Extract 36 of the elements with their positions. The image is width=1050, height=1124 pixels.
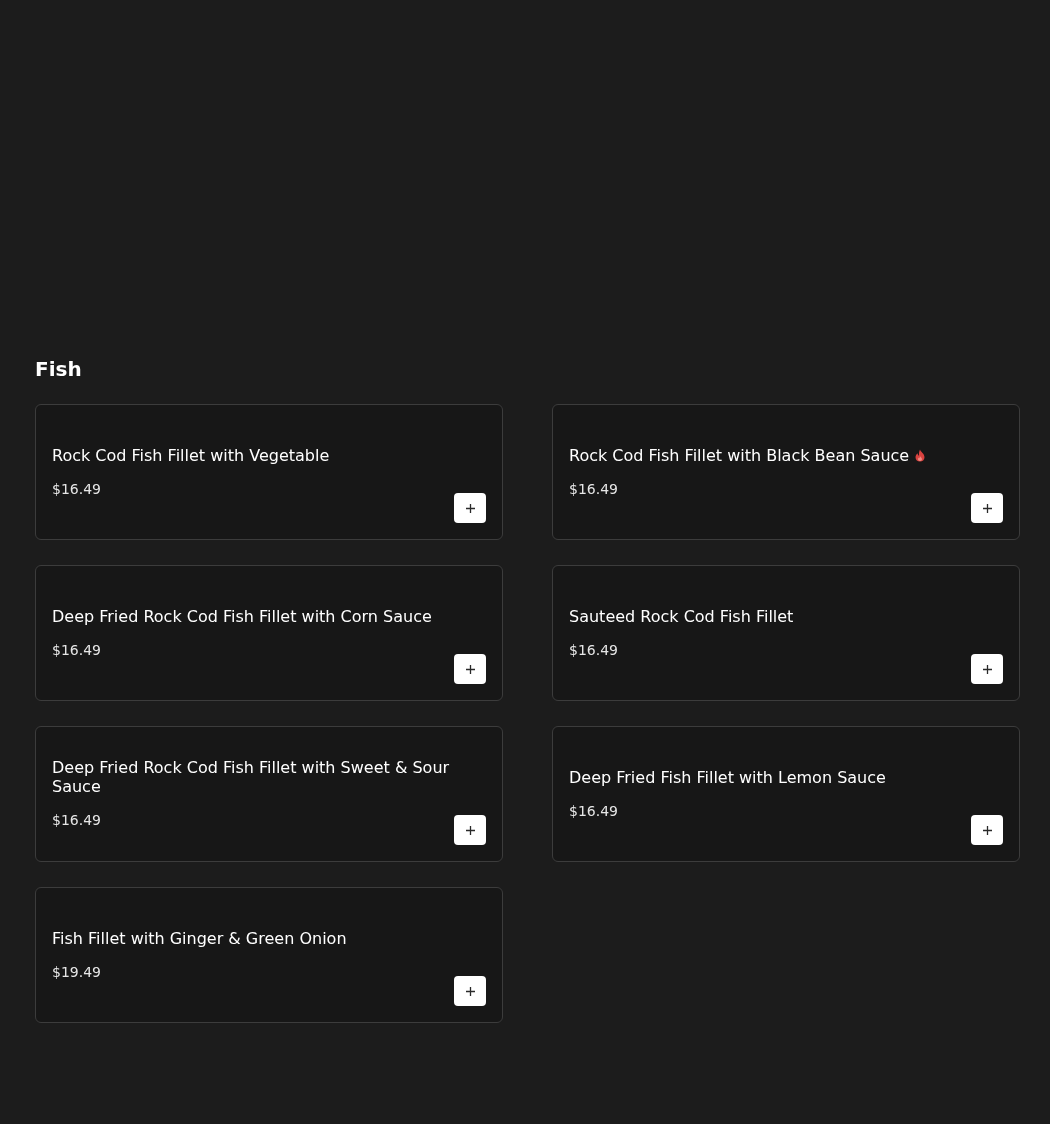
item-name: Deep Fried Rock Cod Fish Fillet with Corn Sauce (52, 606, 432, 626)
item-price: $16.49 (569, 640, 618, 660)
menu-item-card[interactable]: Deep Fried Rock Cod Fish Fillet with Corn Sauce $16.49 (35, 565, 503, 701)
plus-icon (982, 503, 992, 513)
menu-item-card[interactable]: Rock Cod Fish Fillet with Black Bean Sauce $16.49 (552, 404, 1020, 540)
item-name: Fish Fillet with Ginger & Green Onion (52, 928, 347, 948)
item-price: $16.49 (52, 640, 101, 660)
menu-item-card[interactable]: Sauteed Rock Cod Fish Fillet $16.49 (552, 565, 1020, 701)
plus-icon (465, 503, 475, 513)
add-button[interactable] (454, 654, 486, 684)
add-button[interactable] (454, 493, 486, 523)
plus-icon (465, 986, 475, 996)
menu-item-card[interactable]: Fish Fillet with Ginger & Green Onion $19.49 (35, 887, 503, 1023)
add-button[interactable] (971, 815, 1003, 845)
item-name: Sauteed Rock Cod Fish Fillet (569, 606, 794, 626)
plus-icon (982, 664, 992, 674)
menu-item-card[interactable]: Rock Cod Fish Fillet with Vegetable $16.49 (35, 404, 503, 540)
item-price: $16.49 (52, 811, 101, 830)
section-heading: Fish (35, 356, 82, 383)
add-button[interactable] (454, 976, 486, 1006)
plus-icon (465, 664, 475, 674)
item-price: $16.49 (569, 479, 618, 499)
item-price: $19.49 (52, 962, 101, 982)
plus-icon (465, 825, 475, 835)
add-button[interactable] (971, 654, 1003, 684)
menu-item-card[interactable]: Deep Fried Rock Cod Fish Fillet with Sweet & Sour Sauce $16.49 (35, 726, 503, 862)
add-button[interactable] (971, 493, 1003, 523)
item-price: $16.49 (52, 479, 101, 499)
item-name: Rock Cod Fish Fillet with Vegetable (52, 445, 330, 465)
add-button[interactable] (454, 815, 486, 845)
item-name: Deep Fried Rock Cod Fish Fillet with Sweet & Sour Sauce (52, 758, 450, 796)
plus-icon (982, 825, 992, 835)
menu-item-card[interactable]: Deep Fried Fish Fillet with Lemon Sauce $16.49 (552, 726, 1020, 862)
item-price: $16.49 (569, 801, 618, 821)
item-name: Rock Cod Fish Fillet with Black Bean Sauce (569, 445, 910, 465)
item-name: Deep Fried Fish Fillet with Lemon Sauce (569, 767, 886, 787)
